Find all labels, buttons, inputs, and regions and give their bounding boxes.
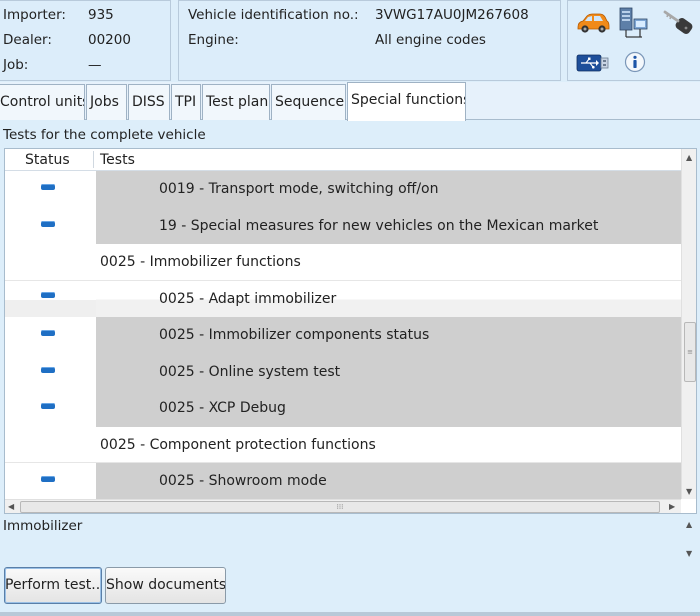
list-item[interactable]: 0025 - Showroom mode bbox=[5, 463, 681, 500]
job-value: — bbox=[88, 57, 102, 73]
grip-icon: ⁞⁞⁞ bbox=[336, 503, 344, 511]
tab-special-functions[interactable]: Special functions bbox=[347, 82, 466, 121]
test-label: 0025 - XCP Debug bbox=[96, 390, 681, 427]
list-item[interactable]: 0019 - Transport mode, switching off/on bbox=[5, 171, 681, 208]
perform-test-button[interactable]: Perform test... bbox=[4, 567, 102, 604]
tab-tpi[interactable]: TPI bbox=[171, 84, 201, 120]
scroll-up-arrow-icon[interactable]: ▲ bbox=[686, 520, 692, 530]
key-icon[interactable] bbox=[662, 9, 694, 39]
status-indicator bbox=[41, 330, 55, 336]
car-icon[interactable] bbox=[576, 13, 610, 35]
horizontal-scrollbar[interactable]: ◀ ⁞⁞⁞ ▶ bbox=[5, 499, 681, 513]
vehicle-info-box: Vehicle identification no.: 3VWG17AU0JM2… bbox=[178, 0, 561, 81]
dealer-label: Dealer: bbox=[3, 32, 52, 48]
test-label: 0019 - Transport mode, switching off/on bbox=[96, 171, 681, 208]
scroll-down-arrow-icon[interactable]: ▼ bbox=[686, 549, 692, 559]
dealer-info-box: Importer: 935 Dealer: 00200 Job: — bbox=[0, 0, 171, 81]
scroll-down-arrow-icon[interactable]: ▼ bbox=[686, 487, 692, 497]
group-row[interactable]: 0025 - Component protection functions bbox=[5, 427, 681, 463]
status-indicator bbox=[41, 366, 55, 373]
detail-text: Immobilizer bbox=[3, 518, 83, 534]
detail-panel: Immobilizer ▲ ▼ bbox=[0, 516, 700, 562]
detail-scrollbar[interactable]: ▲ ▼ bbox=[684, 516, 698, 562]
group-label: 0025 - Component protection functions bbox=[100, 436, 376, 453]
group-label: 0025 - Immobilizer functions bbox=[100, 254, 301, 270]
list-item[interactable]: 0025 - Online system test bbox=[5, 353, 681, 390]
tab-test-plan[interactable]: Test plan bbox=[202, 84, 270, 120]
status-indicator bbox=[41, 403, 55, 409]
status-indicator bbox=[41, 291, 55, 298]
tab-control-units[interactable]: Control units bbox=[0, 84, 85, 120]
importer-value: 935 bbox=[88, 7, 114, 23]
group-row[interactable]: 0025 - Immobilizer functions bbox=[5, 244, 681, 281]
engine-value: All engine codes bbox=[375, 32, 486, 48]
scroll-up-arrow-icon[interactable]: ▲ bbox=[686, 153, 692, 163]
info-icon[interactable] bbox=[624, 51, 646, 73]
column-tests-header[interactable]: Tests bbox=[100, 152, 135, 168]
vin-value: 3VWG17AU0JM267608 bbox=[375, 7, 529, 23]
column-separator bbox=[93, 151, 94, 168]
status-indicator bbox=[41, 476, 55, 482]
test-label: 0025 - Showroom mode bbox=[96, 463, 681, 500]
status-indicator bbox=[41, 184, 55, 190]
tab-diss[interactable]: DISS bbox=[128, 84, 170, 120]
show-documents-button[interactable]: Show documents bbox=[105, 567, 226, 604]
dealer-value: 00200 bbox=[88, 32, 131, 48]
bottom-border bbox=[0, 612, 700, 616]
status-indicator bbox=[41, 220, 55, 227]
list-item[interactable]: 19 - Special measures for new vehicles o… bbox=[5, 207, 681, 244]
test-label: 0025 - Immobilizer components status bbox=[96, 317, 681, 354]
list-header: Status Tests bbox=[5, 149, 681, 171]
row-highlight bbox=[5, 299, 100, 317]
vertical-scrollbar[interactable]: ▲ ≡ ▼ bbox=[681, 149, 696, 499]
section-title: Tests for the complete vehicle bbox=[3, 127, 206, 143]
usb-icon[interactable] bbox=[576, 53, 610, 73]
network-computer-icon[interactable] bbox=[618, 7, 650, 41]
importer-label: Importer: bbox=[3, 7, 66, 23]
list-item[interactable]: 0025 - Immobilizer components status bbox=[5, 317, 681, 354]
column-status-header[interactable]: Status bbox=[25, 152, 70, 168]
scroll-right-arrow-icon[interactable]: ▶ bbox=[669, 502, 675, 512]
tests-list[interactable]: Status Tests 0019 - Transport mode, swit… bbox=[4, 148, 697, 514]
job-label: Job: bbox=[3, 57, 29, 73]
horizontal-scroll-thumb[interactable]: ⁞⁞⁞ bbox=[20, 501, 660, 513]
test-label: 0025 - Online system test bbox=[96, 353, 681, 390]
tab-jobs[interactable]: Jobs bbox=[86, 84, 127, 120]
grip-icon: ≡ bbox=[687, 348, 693, 356]
engine-label: Engine: bbox=[188, 32, 239, 48]
list-item[interactable]: 0025 - XCP Debug bbox=[5, 390, 681, 427]
vertical-scroll-thumb[interactable]: ≡ bbox=[684, 322, 696, 382]
header-panel: Importer: 935 Dealer: 00200 Job: — Vehic… bbox=[0, 0, 700, 82]
list-item[interactable]: 0025 - Adapt immobilizer bbox=[5, 280, 681, 317]
toolbar-icons-box bbox=[567, 0, 700, 81]
test-label: 0025 - Adapt immobilizer bbox=[96, 280, 681, 317]
scroll-left-arrow-icon[interactable]: ◀ bbox=[8, 502, 14, 512]
tab-bar: Control units Jobs DISS TPI Test plan Se… bbox=[0, 82, 700, 121]
test-label: 19 - Special measures for new vehicles o… bbox=[96, 207, 681, 244]
vin-label: Vehicle identification no.: bbox=[188, 7, 359, 23]
tab-sequence[interactable]: Sequence bbox=[271, 84, 346, 120]
